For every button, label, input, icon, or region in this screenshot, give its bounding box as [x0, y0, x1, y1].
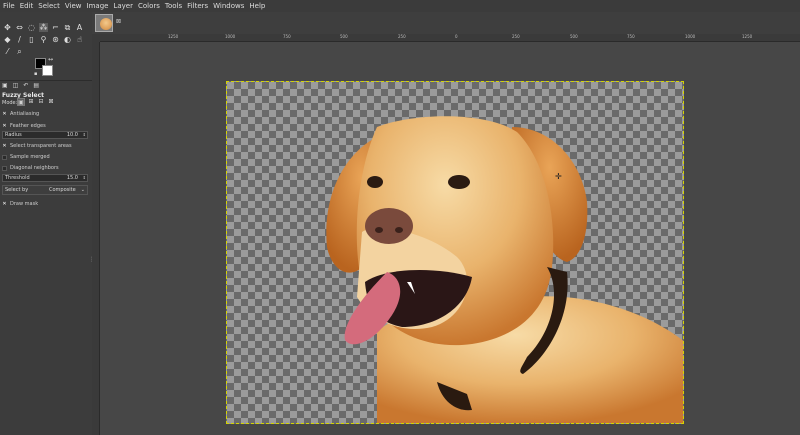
- select-by-dropdown[interactable]: Select by Composite ⌄: [2, 185, 88, 195]
- background-color[interactable]: [42, 65, 53, 76]
- dog-image: [326, 116, 683, 423]
- clone-icon[interactable]: ⊛: [51, 35, 60, 44]
- radius-spinner[interactable]: Radius 10.0 ⇕: [2, 131, 88, 139]
- vertical-ruler[interactable]: [92, 42, 100, 435]
- menu-tools[interactable]: Tools: [165, 2, 182, 10]
- images-tab-icon[interactable]: ▤: [33, 82, 39, 89]
- diagonal-neighbors-option[interactable]: Diagonal neighbors: [2, 165, 59, 171]
- menu-filters[interactable]: Filters: [187, 2, 208, 10]
- reset-colors-icon[interactable]: ▪: [34, 71, 37, 77]
- bucket-fill-icon[interactable]: ◆: [3, 35, 12, 44]
- airbrush-icon[interactable]: ⚲: [39, 35, 48, 44]
- feather-edges-option[interactable]: ✕ Feather edges: [2, 123, 45, 129]
- close-tab-icon[interactable]: ⊠: [116, 18, 121, 25]
- menu-image[interactable]: Image: [87, 2, 109, 10]
- menu-layer[interactable]: Layer: [113, 2, 133, 10]
- mode-add-button[interactable]: ⊞: [27, 98, 35, 106]
- mode-subtract-button[interactable]: ⊟: [37, 98, 45, 106]
- mode-replace-button[interactable]: ▣: [17, 98, 25, 106]
- menu-colors[interactable]: Colors: [138, 2, 160, 10]
- diagonal-neighbors-checkbox[interactable]: [2, 165, 7, 171]
- draw-mask-option[interactable]: ✕ Draw mask: [2, 201, 38, 207]
- align-tool-icon[interactable]: ⇔: [15, 23, 24, 32]
- mode-intersect-button[interactable]: ⊠: [47, 98, 55, 106]
- spinner-arrows-icon[interactable]: ⇕: [83, 175, 86, 181]
- transform-icon[interactable]: ⧉: [63, 23, 72, 32]
- ruler-label: 1000: [225, 34, 236, 39]
- mode-label: Mode:: [2, 100, 18, 106]
- select-transparent-checkbox[interactable]: ✕: [2, 143, 7, 149]
- sample-merged-option[interactable]: Sample merged: [2, 154, 50, 160]
- ruler-label: 500: [570, 34, 578, 39]
- crop-icon[interactable]: ⌐: [51, 23, 60, 32]
- lasso-icon[interactable]: ◌: [27, 23, 36, 32]
- tool-options-tab-icon[interactable]: ▣: [2, 82, 8, 89]
- threshold-spinner[interactable]: Threshold 15.0 ⇕: [2, 174, 88, 182]
- image-tabs-bar: ⊠: [92, 12, 800, 34]
- draw-mask-checkbox[interactable]: ✕: [2, 201, 7, 207]
- ruler-label: 250: [398, 34, 406, 39]
- menu-help[interactable]: Help: [249, 2, 265, 10]
- ruler-label: 0: [455, 34, 458, 39]
- crosshair-cursor-icon: ✛: [555, 172, 562, 181]
- ruler-label: 250: [512, 34, 520, 39]
- image-tab-thumbnail[interactable]: [95, 14, 113, 32]
- move-tool-icon[interactable]: ✥: [3, 23, 12, 32]
- menu-view[interactable]: View: [65, 2, 82, 10]
- paint-icon[interactable]: /: [15, 35, 24, 44]
- eraser-icon[interactable]: ▯: [27, 35, 36, 44]
- smudge-icon[interactable]: ☝: [75, 35, 84, 44]
- menu-edit[interactable]: Edit: [20, 2, 34, 10]
- dog-left-eye: [367, 176, 383, 188]
- spinner-arrows-icon[interactable]: ⇕: [83, 132, 86, 138]
- ruler-label: 1000: [685, 34, 696, 39]
- color-picker-icon[interactable]: ⁄: [3, 47, 12, 56]
- menu-select[interactable]: Select: [38, 2, 60, 10]
- menu-file[interactable]: File: [3, 2, 15, 10]
- text-tool-icon[interactable]: A: [75, 23, 84, 32]
- ruler-label: 1250: [168, 34, 179, 39]
- sample-merged-checkbox[interactable]: [2, 154, 7, 160]
- left-dock: ✥ ⇔ ◌ ⁂ ⌐ ⧉ A ◆ / ▯ ⚲ ⊛ ◐ ☝ ⁄ ⌕ ↔ ▪ ▣ ◫ …: [0, 12, 95, 435]
- dog-right-eye: [448, 175, 470, 189]
- fuzzy-select-icon[interactable]: ⁂: [39, 23, 48, 32]
- feather-edges-checkbox[interactable]: ✕: [2, 123, 7, 129]
- ruler-label: 750: [283, 34, 291, 39]
- zoom-icon[interactable]: ⌕: [15, 47, 24, 56]
- dock-tabs: ▣ ◫ ↶ ▤: [0, 81, 92, 90]
- menu-windows[interactable]: Windows: [213, 2, 244, 10]
- device-status-tab-icon[interactable]: ◫: [13, 82, 19, 89]
- swap-colors-icon[interactable]: ↔: [48, 56, 53, 63]
- dog-thumbnail-image: [100, 18, 112, 30]
- horizontal-ruler[interactable]: 1250 1000 750 500 250 0 250 500 750 1000…: [100, 34, 800, 42]
- chevron-down-icon: ⌄: [80, 187, 85, 193]
- dodge-icon[interactable]: ◐: [63, 35, 72, 44]
- undo-history-tab-icon[interactable]: ↶: [23, 82, 28, 89]
- antialiasing-option[interactable]: ✕ Antialiasing: [2, 111, 39, 117]
- ruler-label: 750: [627, 34, 635, 39]
- dog-nose: [365, 208, 413, 244]
- ruler-label: 1250: [742, 34, 753, 39]
- ruler-label: 500: [340, 34, 348, 39]
- toolbox: ✥ ⇔ ◌ ⁂ ⌐ ⧉ A ◆ / ▯ ⚲ ⊛ ◐ ☝ ⁄ ⌕: [0, 12, 92, 60]
- select-transparent-option[interactable]: ✕ Select transparent areas: [2, 143, 71, 149]
- canvas-area[interactable]: ✛: [100, 42, 800, 435]
- ruler-corner: [92, 34, 100, 42]
- image-canvas[interactable]: ✛: [226, 81, 684, 424]
- antialiasing-checkbox[interactable]: ✕: [2, 111, 7, 117]
- menu-bar: File Edit Select View Image Layer Colors…: [0, 0, 800, 12]
